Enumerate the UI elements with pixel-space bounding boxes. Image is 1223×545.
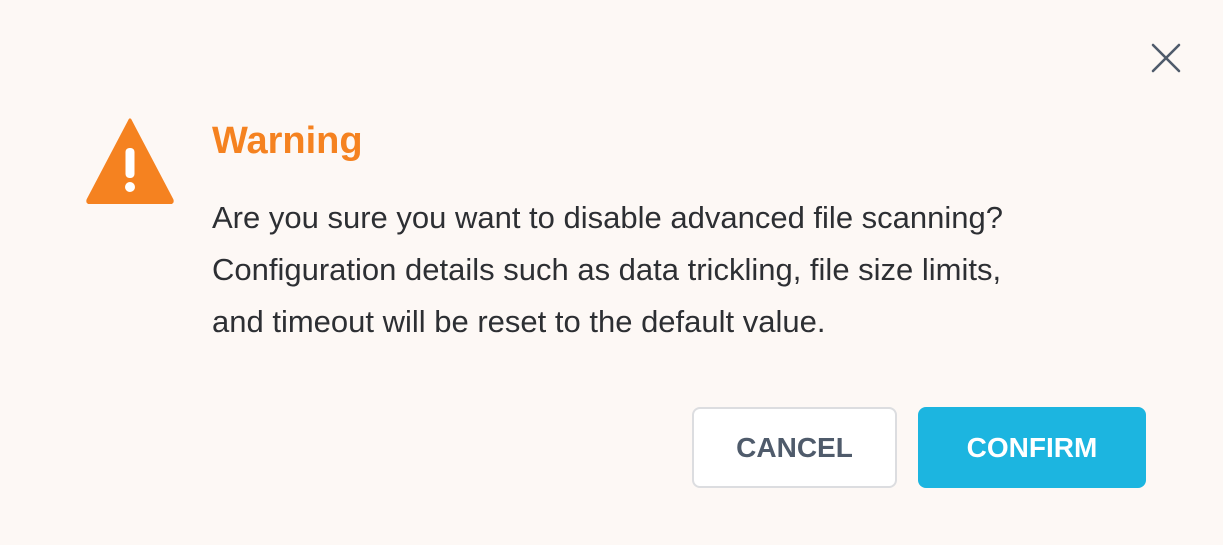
- warning-dialog: Warning Are you sure you want to disable…: [0, 0, 1223, 545]
- dialog-title: Warning: [212, 120, 363, 162]
- confirm-button[interactable]: CONFIRM: [918, 407, 1146, 488]
- close-icon: [1151, 43, 1181, 73]
- message-line: Are you sure you want to disable advance…: [212, 200, 1003, 235]
- message-line: and timeout will be reset to the default…: [212, 304, 826, 339]
- cancel-button[interactable]: CANCEL: [692, 407, 897, 488]
- message-line: Configuration details such as data trick…: [212, 252, 1002, 287]
- dialog-message: Are you sure you want to disable advance…: [212, 192, 1152, 348]
- close-button[interactable]: [1148, 40, 1184, 76]
- warning-triangle-icon: [86, 118, 174, 204]
